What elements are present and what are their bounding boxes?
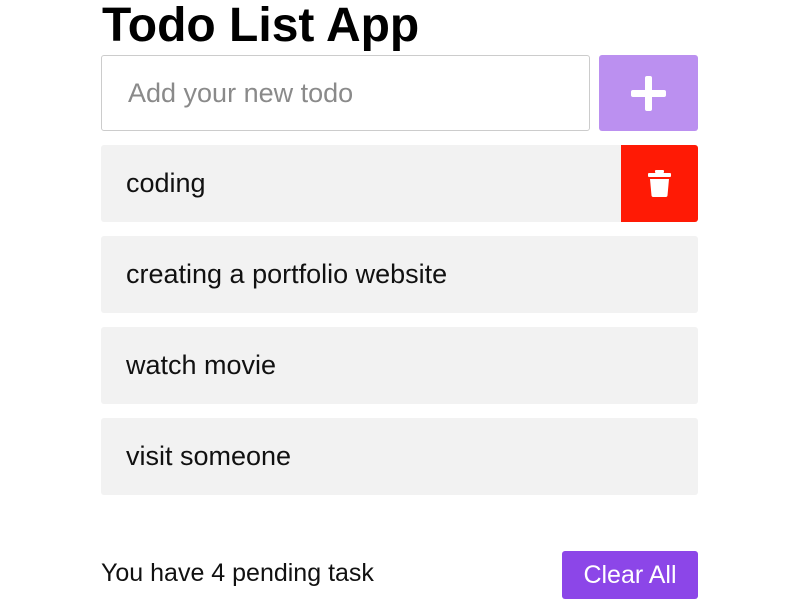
todo-item[interactable]: watch movie: [101, 327, 698, 404]
todo-text: visit someone: [126, 441, 292, 471]
page-title: Todo List App: [102, 0, 420, 52]
todo-item[interactable]: visit someone: [101, 418, 698, 495]
clear-all-button[interactable]: Clear All: [562, 551, 698, 599]
trash-icon: [648, 170, 671, 197]
todo-text: coding: [126, 168, 206, 198]
add-todo-button[interactable]: [599, 55, 698, 131]
todo-text: creating a portfolio website: [126, 259, 448, 289]
delete-todo-button[interactable]: [621, 145, 698, 222]
input-row: [101, 55, 698, 131]
todo-item[interactable]: creating a portfolio website: [101, 236, 698, 313]
footer: You have 4 pending task Clear All: [101, 549, 698, 600]
pending-count-text: You have 4 pending task: [101, 559, 374, 587]
todo-list: coding creating a portfolio website watc…: [101, 145, 698, 509]
new-todo-input[interactable]: [101, 55, 590, 131]
todo-item[interactable]: coding: [101, 145, 698, 222]
todo-text: watch movie: [126, 350, 277, 380]
